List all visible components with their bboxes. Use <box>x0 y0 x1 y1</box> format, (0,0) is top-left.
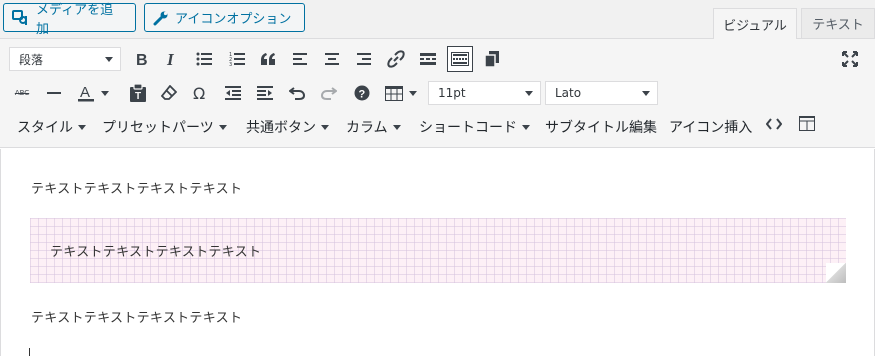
column-menu[interactable]: カラム <box>346 116 401 138</box>
bold-icon[interactable]: B <box>129 47 153 71</box>
align-left-icon[interactable] <box>288 47 312 71</box>
chevron-down-icon <box>105 57 113 62</box>
clear-formatting-icon[interactable] <box>157 81 181 105</box>
chevron-down-icon <box>218 124 227 130</box>
toolbar-row-1: 段落 B I 1 2 3 <box>0 44 875 74</box>
editor-content[interactable]: テキストテキストテキストテキスト テキストテキストテキストテキスト テキストテキ… <box>0 149 875 356</box>
page-curl-decoration <box>826 263 846 283</box>
svg-text:Ω: Ω <box>193 85 205 101</box>
copy-icon[interactable] <box>480 47 504 71</box>
add-media-label: メディアを追加 <box>36 2 114 37</box>
tab-visual[interactable]: ビジュアル <box>713 8 797 39</box>
toolbar-row-2: ABC A T Ω ? 11pt Lato <box>0 78 875 108</box>
chevron-down-icon <box>78 124 86 130</box>
strikethrough-icon-text: ABC <box>14 89 30 97</box>
svg-text:?: ? <box>359 89 366 101</box>
code-icon[interactable] <box>762 112 786 136</box>
toolbar-row-3: スタイル プリセットパーツ 共通ボタン カラム ショートコード サブタイトル編集… <box>0 112 875 142</box>
chevron-down-icon <box>522 124 530 130</box>
chevron-down-icon <box>525 91 533 96</box>
read-more-icon[interactable] <box>416 47 440 71</box>
style-menu-label: スタイル <box>17 120 73 136</box>
subtitle-edit-button[interactable]: サブタイトル編集 <box>545 116 657 138</box>
italic-icon[interactable]: I <box>159 47 183 71</box>
icon-insert-button[interactable]: アイコン挿入 <box>669 116 752 138</box>
link-icon[interactable] <box>384 47 408 71</box>
font-family-select[interactable]: Lato <box>545 81 658 105</box>
svg-text:T: T <box>135 91 141 102</box>
redo-icon[interactable] <box>317 81 341 105</box>
special-character-icon[interactable]: Ω <box>189 81 213 105</box>
svg-text:I: I <box>166 51 175 67</box>
font-family-value: Lato <box>555 86 582 100</box>
preset-parts-label: プリセットパーツ <box>102 120 214 136</box>
format-select-value: 段落 <box>19 52 44 67</box>
text-color-dropdown-icon[interactable] <box>98 81 112 105</box>
blockquote-icon[interactable] <box>256 47 280 71</box>
table-icon[interactable] <box>382 81 406 105</box>
svg-text:A: A <box>80 84 90 101</box>
tab-text[interactable]: テキスト <box>801 8 875 38</box>
fullscreen-icon[interactable] <box>838 47 862 71</box>
chevron-down-icon <box>321 124 329 130</box>
subtitle-edit-label: サブタイトル編集 <box>545 120 657 136</box>
svg-text:B: B <box>136 52 148 67</box>
align-right-icon[interactable] <box>352 47 376 71</box>
editor: 段落 B I 1 2 3 ABC A T Ω ? 11pt Lato スタイル … <box>0 38 875 356</box>
paste-text-icon[interactable]: T <box>126 81 150 105</box>
bullet-list-icon[interactable] <box>192 47 216 71</box>
column-menu-label: カラム <box>346 120 388 136</box>
icon-insert-label: アイコン挿入 <box>669 120 753 136</box>
grid-note-box: テキストテキストテキストテキスト <box>30 218 846 283</box>
chevron-down-icon <box>392 124 401 130</box>
outdent-icon[interactable] <box>221 81 245 105</box>
indent-icon[interactable] <box>253 81 277 105</box>
note-box-text: テキストテキストテキストテキスト <box>50 245 262 260</box>
wrench-icon <box>153 10 169 26</box>
toolbar-toggle-icon[interactable] <box>447 46 473 72</box>
media-icon <box>12 9 30 27</box>
undo-icon[interactable] <box>285 81 309 105</box>
common-button-menu[interactable]: 共通ボタン <box>246 116 329 138</box>
icon-options-label: アイコンオプション <box>175 12 292 27</box>
table-dropdown-icon[interactable] <box>406 81 420 105</box>
align-center-icon[interactable] <box>320 47 344 71</box>
editor-toolbar: 段落 B I 1 2 3 ABC A T Ω ? 11pt Lato スタイル … <box>0 39 875 148</box>
shortcode-menu[interactable]: ショートコード <box>419 116 530 138</box>
numbered-list-icon[interactable]: 1 2 3 <box>225 47 249 71</box>
icon-options-button[interactable]: アイコンオプション <box>144 3 305 32</box>
strikethrough-icon[interactable]: ABC <box>10 81 34 105</box>
horizontal-line-icon[interactable] <box>42 81 66 105</box>
style-menu[interactable]: スタイル <box>17 116 86 138</box>
shortcode-menu-label: ショートコード <box>419 120 517 136</box>
paragraph-1: テキストテキストテキストテキスト <box>31 182 243 197</box>
common-button-label: 共通ボタン <box>246 120 316 136</box>
chevron-down-icon <box>642 91 650 96</box>
svg-text:3: 3 <box>229 62 232 67</box>
preset-parts-menu[interactable]: プリセットパーツ <box>102 116 227 138</box>
font-size-value: 11pt <box>438 86 466 100</box>
format-select[interactable]: 段落 <box>9 47 121 71</box>
paragraph-3: テキストテキストテキストテキスト <box>31 311 243 326</box>
text-color-icon[interactable]: A <box>74 81 98 105</box>
insert-block-icon[interactable] <box>795 111 819 135</box>
help-icon[interactable]: ? <box>350 81 374 105</box>
font-size-select[interactable]: 11pt <box>428 81 541 105</box>
add-media-button[interactable]: メディアを追加 <box>3 3 136 37</box>
